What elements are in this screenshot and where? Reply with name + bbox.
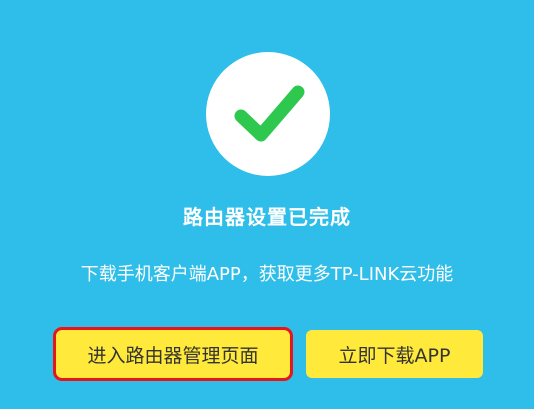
download-app-button[interactable]: 立即下载APP xyxy=(306,330,483,378)
checkmark-icon xyxy=(234,85,305,142)
app-promo-text: 下载手机客户端APP，获取更多TP-LINK云功能 xyxy=(80,264,454,285)
router-management-button[interactable]: 进入路由器管理页面 xyxy=(53,327,293,381)
page-title: 路由器设置已完成 xyxy=(183,205,351,229)
router-management-button-label: 进入路由器管理页面 xyxy=(87,344,259,367)
download-app-button-label: 立即下载APP xyxy=(338,344,451,367)
success-badge xyxy=(206,52,330,176)
setup-complete-screen: 路由器设置已完成 下载手机客户端APP，获取更多TP-LINK云功能 进入路由器… xyxy=(0,0,534,409)
